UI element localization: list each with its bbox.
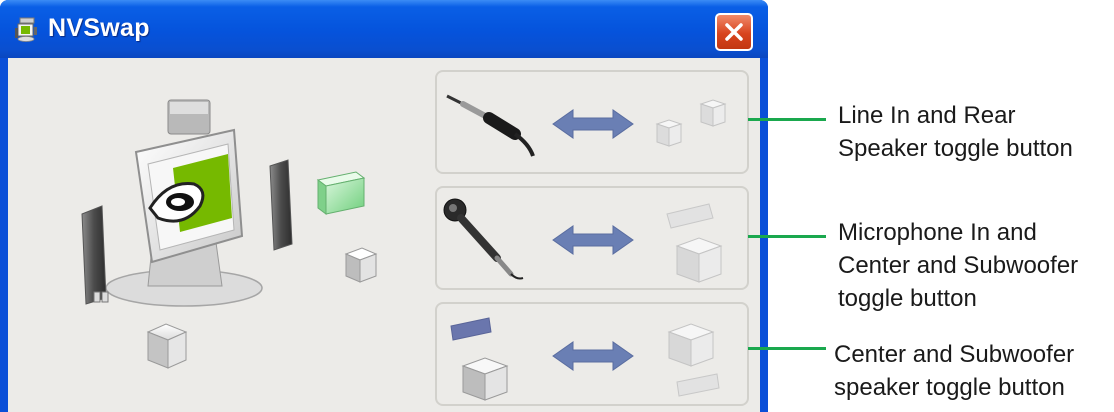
callout-line: [748, 235, 826, 238]
callout-text-line: speaker toggle button: [834, 374, 1065, 401]
callout-microphone-center-subwoofer: Microphone In and Center and Subwoofer t…: [838, 216, 1078, 315]
close-button[interactable]: [715, 13, 753, 51]
speaker-icon: [269, 159, 293, 251]
callout-text-line: Speaker toggle button: [838, 135, 1073, 162]
callout-text-line: Line In and Rear: [838, 102, 1016, 129]
subwoofer-icon: [146, 323, 188, 369]
double-arrow-icon: [552, 109, 634, 139]
speaker-icon: [81, 205, 109, 305]
line-in-rear-speaker-toggle-button[interactable]: [435, 70, 749, 174]
callout-text-line: Center and Subwoofer: [834, 341, 1075, 368]
callout-center-subwoofer-speaker: Center and Subwoofer speaker toggle butt…: [834, 338, 1074, 404]
double-arrow-icon: [552, 225, 634, 255]
microphone-in-center-subwoofer-toggle-button[interactable]: [435, 186, 749, 290]
speaker-setup-illustration: [81, 99, 378, 369]
nvswap-app-icon: [15, 17, 37, 42]
callout-text-line: toggle button: [838, 285, 977, 312]
center-subwoofer-icon: [666, 203, 723, 283]
window-title: NVSwap: [48, 14, 150, 42]
speaker-icon: [316, 171, 366, 215]
microphone-icon: [443, 198, 524, 280]
speaker-icon: [344, 247, 378, 283]
center-subwoofer-icon: [667, 323, 720, 397]
callout-line-in-rear-speaker: Line In and Rear Speaker toggle button: [838, 99, 1073, 165]
center-subwoofer-icon: [450, 317, 509, 401]
center-subwoofer-speaker-toggle-button[interactable]: [435, 302, 749, 406]
line-in-plug-icon: [446, 94, 535, 157]
callout-line: [748, 347, 826, 350]
window-client-area: [8, 58, 760, 412]
double-arrow-icon: [552, 341, 634, 371]
callout-text-line: Microphone In and: [838, 219, 1037, 246]
callout-text-line: Center and Subwoofer: [838, 252, 1079, 279]
rear-speakers-icon: [655, 99, 727, 147]
monitor-icon: [134, 128, 244, 264]
callout-line: [748, 118, 826, 121]
close-icon: [725, 23, 743, 41]
title-bar[interactable]: NVSwap: [0, 0, 768, 58]
nvswap-window: NVSwap: [0, 0, 768, 412]
center-speaker-icon: [167, 99, 211, 135]
